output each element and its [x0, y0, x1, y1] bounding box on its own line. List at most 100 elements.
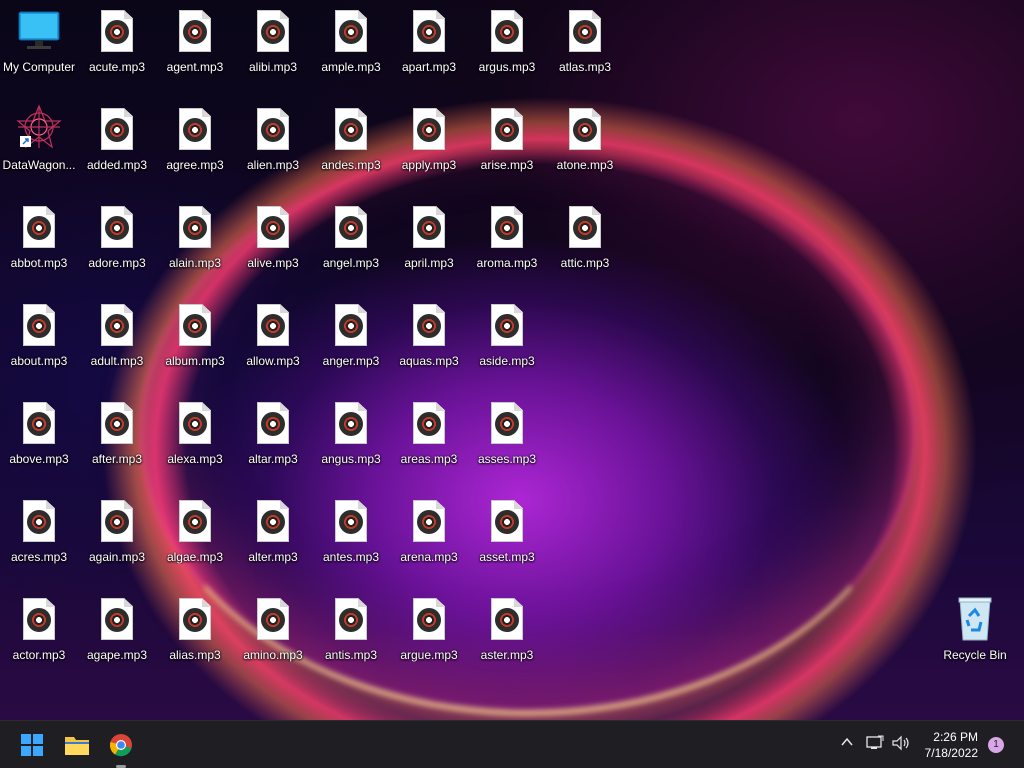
file-label: arise.mp3 — [480, 158, 534, 172]
mp3-file[interactable]: album.mp3 — [157, 296, 233, 388]
mp3-file[interactable]: agent.mp3 — [157, 2, 233, 94]
mp3-file[interactable]: amino.mp3 — [235, 590, 311, 682]
mp3-file[interactable]: altar.mp3 — [235, 394, 311, 486]
mp3-file[interactable]: adore.mp3 — [79, 198, 155, 290]
mp3-file[interactable]: alibi.mp3 — [235, 2, 311, 94]
mp3-file[interactable]: atlas.mp3 — [547, 2, 623, 94]
mp3-file[interactable]: atone.mp3 — [547, 100, 623, 192]
mp3-file[interactable]: acres.mp3 — [1, 492, 77, 584]
file-label: asses.mp3 — [477, 452, 537, 466]
audio-file-icon — [21, 402, 57, 448]
monitor-icon — [18, 10, 60, 56]
audio-file-icon — [177, 598, 213, 644]
audio-file-icon — [177, 10, 213, 56]
audio-file-icon — [489, 206, 525, 252]
mp3-file[interactable]: alexa.mp3 — [157, 394, 233, 486]
mp3-file[interactable]: andes.mp3 — [313, 100, 389, 192]
audio-file-icon — [99, 402, 135, 448]
recycle-bin-label: Recycle Bin — [943, 648, 1007, 662]
mp3-file[interactable]: after.mp3 — [79, 394, 155, 486]
mp3-file[interactable]: antes.mp3 — [313, 492, 389, 584]
file-label: april.mp3 — [404, 256, 454, 270]
file-label: acute.mp3 — [88, 60, 146, 74]
file-label: album.mp3 — [165, 354, 225, 368]
datawagon-label: DataWagon... — [2, 158, 76, 172]
file-label: added.mp3 — [86, 158, 148, 172]
audio-file-icon — [333, 10, 369, 56]
file-label: argue.mp3 — [400, 648, 458, 662]
mp3-file[interactable]: arise.mp3 — [469, 100, 545, 192]
mp3-file[interactable]: anger.mp3 — [313, 296, 389, 388]
mp3-file[interactable]: above.mp3 — [1, 394, 77, 486]
audio-file-icon — [177, 304, 213, 350]
mp3-file[interactable]: argue.mp3 — [391, 590, 467, 682]
mp3-file[interactable]: april.mp3 — [391, 198, 467, 290]
file-label: apart.mp3 — [401, 60, 457, 74]
mp3-file[interactable]: argus.mp3 — [469, 2, 545, 94]
mp3-file[interactable]: aquas.mp3 — [391, 296, 467, 388]
mp3-file[interactable]: algae.mp3 — [157, 492, 233, 584]
mp3-file[interactable]: actor.mp3 — [1, 590, 77, 682]
audio-file-icon — [333, 108, 369, 154]
audio-file-icon — [489, 108, 525, 154]
mp3-file[interactable]: acute.mp3 — [79, 2, 155, 94]
datawagon-shortcut[interactable]: DataWagon... — [1, 100, 77, 192]
my-computer-shortcut[interactable]: My Computer — [1, 2, 77, 94]
chrome-button[interactable] — [105, 729, 137, 768]
audio-file-icon — [255, 598, 291, 644]
mp3-file[interactable]: apart.mp3 — [391, 2, 467, 94]
file-label: aside.mp3 — [479, 354, 535, 368]
mp3-file[interactable]: aroma.mp3 — [469, 198, 545, 290]
file-label: agree.mp3 — [166, 158, 224, 172]
recycle-bin-shortcut[interactable]: Recycle Bin — [937, 590, 1013, 682]
clock-time: 2:26 PM — [933, 730, 978, 744]
file-label: antes.mp3 — [322, 550, 380, 564]
file-label: acres.mp3 — [10, 550, 68, 564]
mp3-file[interactable]: abbot.mp3 — [1, 198, 77, 290]
file-label: areas.mp3 — [400, 452, 458, 466]
mp3-file[interactable]: agree.mp3 — [157, 100, 233, 192]
file-label: aquas.mp3 — [399, 354, 459, 368]
mp3-file[interactable]: attic.mp3 — [547, 198, 623, 290]
mp3-file[interactable]: apply.mp3 — [391, 100, 467, 192]
volume-icon[interactable] — [891, 735, 911, 754]
file-explorer-button[interactable] — [61, 729, 93, 761]
file-label: alive.mp3 — [247, 256, 299, 270]
mp3-file[interactable]: aside.mp3 — [469, 296, 545, 388]
mp3-file[interactable]: asset.mp3 — [469, 492, 545, 584]
show-hidden-icons-chevron-icon[interactable] — [840, 735, 854, 752]
mp3-file[interactable]: angus.mp3 — [313, 394, 389, 486]
audio-file-icon — [489, 500, 525, 546]
notification-badge[interactable]: 1 — [988, 737, 1004, 753]
file-label: adult.mp3 — [90, 354, 144, 368]
mp3-file[interactable]: angel.mp3 — [313, 198, 389, 290]
audio-file-icon — [489, 598, 525, 644]
audio-file-icon — [411, 206, 447, 252]
audio-file-icon — [489, 10, 525, 56]
mp3-file[interactable]: alive.mp3 — [235, 198, 311, 290]
mp3-file[interactable]: alain.mp3 — [157, 198, 233, 290]
audio-file-icon — [99, 206, 135, 252]
mp3-file[interactable]: alter.mp3 — [235, 492, 311, 584]
file-label: angel.mp3 — [322, 256, 380, 270]
mp3-file[interactable]: aster.mp3 — [469, 590, 545, 682]
mp3-file[interactable]: areas.mp3 — [391, 394, 467, 486]
mp3-file[interactable]: added.mp3 — [79, 100, 155, 192]
mp3-file[interactable]: antis.mp3 — [313, 590, 389, 682]
audio-file-icon — [489, 304, 525, 350]
file-label: alain.mp3 — [168, 256, 222, 270]
mp3-file[interactable]: allow.mp3 — [235, 296, 311, 388]
clock[interactable]: 2:26 PM 7/18/2022 — [925, 729, 978, 761]
mp3-file[interactable]: alias.mp3 — [157, 590, 233, 682]
mp3-file[interactable]: again.mp3 — [79, 492, 155, 584]
start-button[interactable] — [16, 729, 48, 761]
file-label: attic.mp3 — [560, 256, 610, 270]
mp3-file[interactable]: ample.mp3 — [313, 2, 389, 94]
network-icon[interactable] — [866, 735, 884, 754]
mp3-file[interactable]: arena.mp3 — [391, 492, 467, 584]
mp3-file[interactable]: agape.mp3 — [79, 590, 155, 682]
mp3-file[interactable]: about.mp3 — [1, 296, 77, 388]
mp3-file[interactable]: asses.mp3 — [469, 394, 545, 486]
mp3-file[interactable]: adult.mp3 — [79, 296, 155, 388]
mp3-file[interactable]: alien.mp3 — [235, 100, 311, 192]
